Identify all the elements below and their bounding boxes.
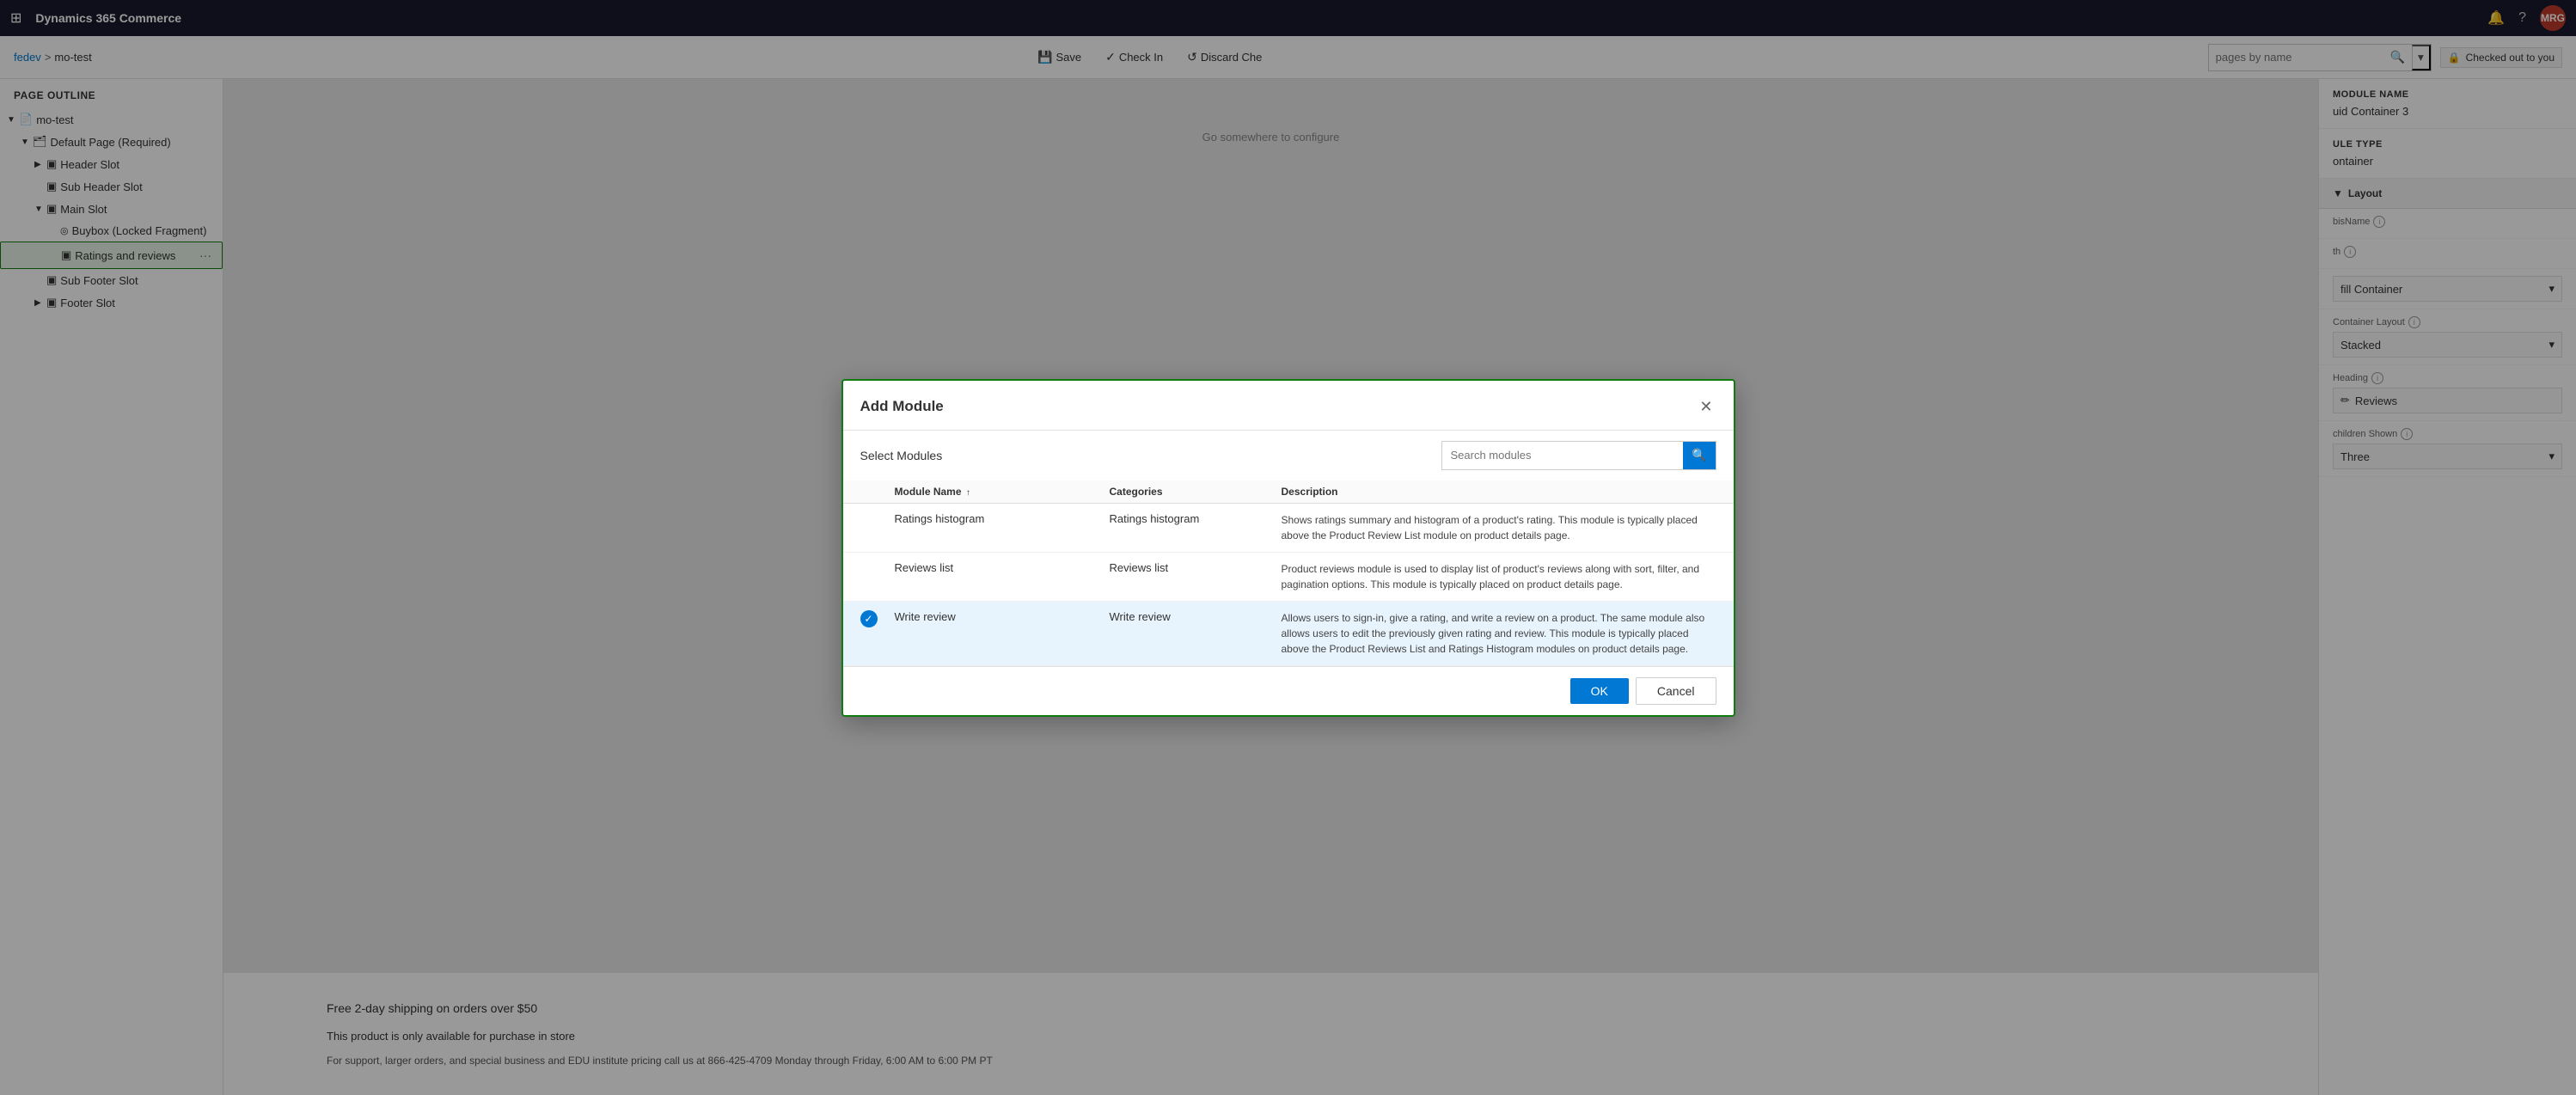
sort-icon: ↑ bbox=[966, 488, 970, 498]
module-name-1: Ratings histogram bbox=[895, 512, 1110, 525]
modal-overlay: Add Module ✕ Select Modules 🔍 Module Nam… bbox=[0, 0, 2576, 1095]
module-desc-1: Shows ratings summary and histogram of a… bbox=[1282, 512, 1716, 543]
module-desc-3: Allows users to sign-in, give a rating, … bbox=[1282, 610, 1716, 657]
search-modules-container: 🔍 bbox=[1441, 441, 1716, 470]
col-categories: Categories bbox=[1110, 486, 1282, 498]
ok-button[interactable]: OK bbox=[1570, 678, 1629, 704]
module-name-2: Reviews list bbox=[895, 561, 1110, 574]
table-row[interactable]: Ratings histogram Ratings histogram Show… bbox=[843, 504, 1734, 553]
table-header: Module Name ↑ Categories Description bbox=[843, 480, 1734, 504]
row-check-3: ✓ bbox=[860, 610, 895, 627]
search-modules-button[interactable]: 🔍 bbox=[1683, 442, 1715, 469]
module-name-3: Write review bbox=[895, 610, 1110, 623]
table-row[interactable]: Reviews list Reviews list Product review… bbox=[843, 553, 1734, 602]
modal-header: Add Module ✕ bbox=[843, 381, 1734, 431]
modal-title: Add Module bbox=[860, 398, 944, 415]
modules-table: Module Name ↑ Categories Description Rat… bbox=[843, 480, 1734, 666]
module-category-3: Write review bbox=[1110, 610, 1282, 623]
table-row[interactable]: ✓ Write review Write review Allows users… bbox=[843, 602, 1734, 666]
col-module-name: Module Name ↑ bbox=[895, 486, 1110, 498]
col-description: Description bbox=[1282, 486, 1716, 498]
module-category-2: Reviews list bbox=[1110, 561, 1282, 574]
selected-check-icon: ✓ bbox=[860, 610, 878, 627]
modal-top-bar: Select Modules 🔍 bbox=[843, 431, 1734, 480]
modal-body: Select Modules 🔍 Module Name ↑ Categorie… bbox=[843, 431, 1734, 666]
modal-footer: OK Cancel bbox=[843, 666, 1734, 715]
col-check bbox=[860, 486, 895, 498]
cancel-button[interactable]: Cancel bbox=[1636, 677, 1716, 705]
select-modules-label: Select Modules bbox=[860, 449, 943, 462]
modal-close-button[interactable]: ✕ bbox=[1696, 395, 1716, 419]
search-modules-input[interactable] bbox=[1442, 442, 1684, 469]
module-category-1: Ratings histogram bbox=[1110, 512, 1282, 525]
add-module-modal: Add Module ✕ Select Modules 🔍 Module Nam… bbox=[841, 379, 1735, 717]
module-desc-2: Product reviews module is used to displa… bbox=[1282, 561, 1716, 592]
